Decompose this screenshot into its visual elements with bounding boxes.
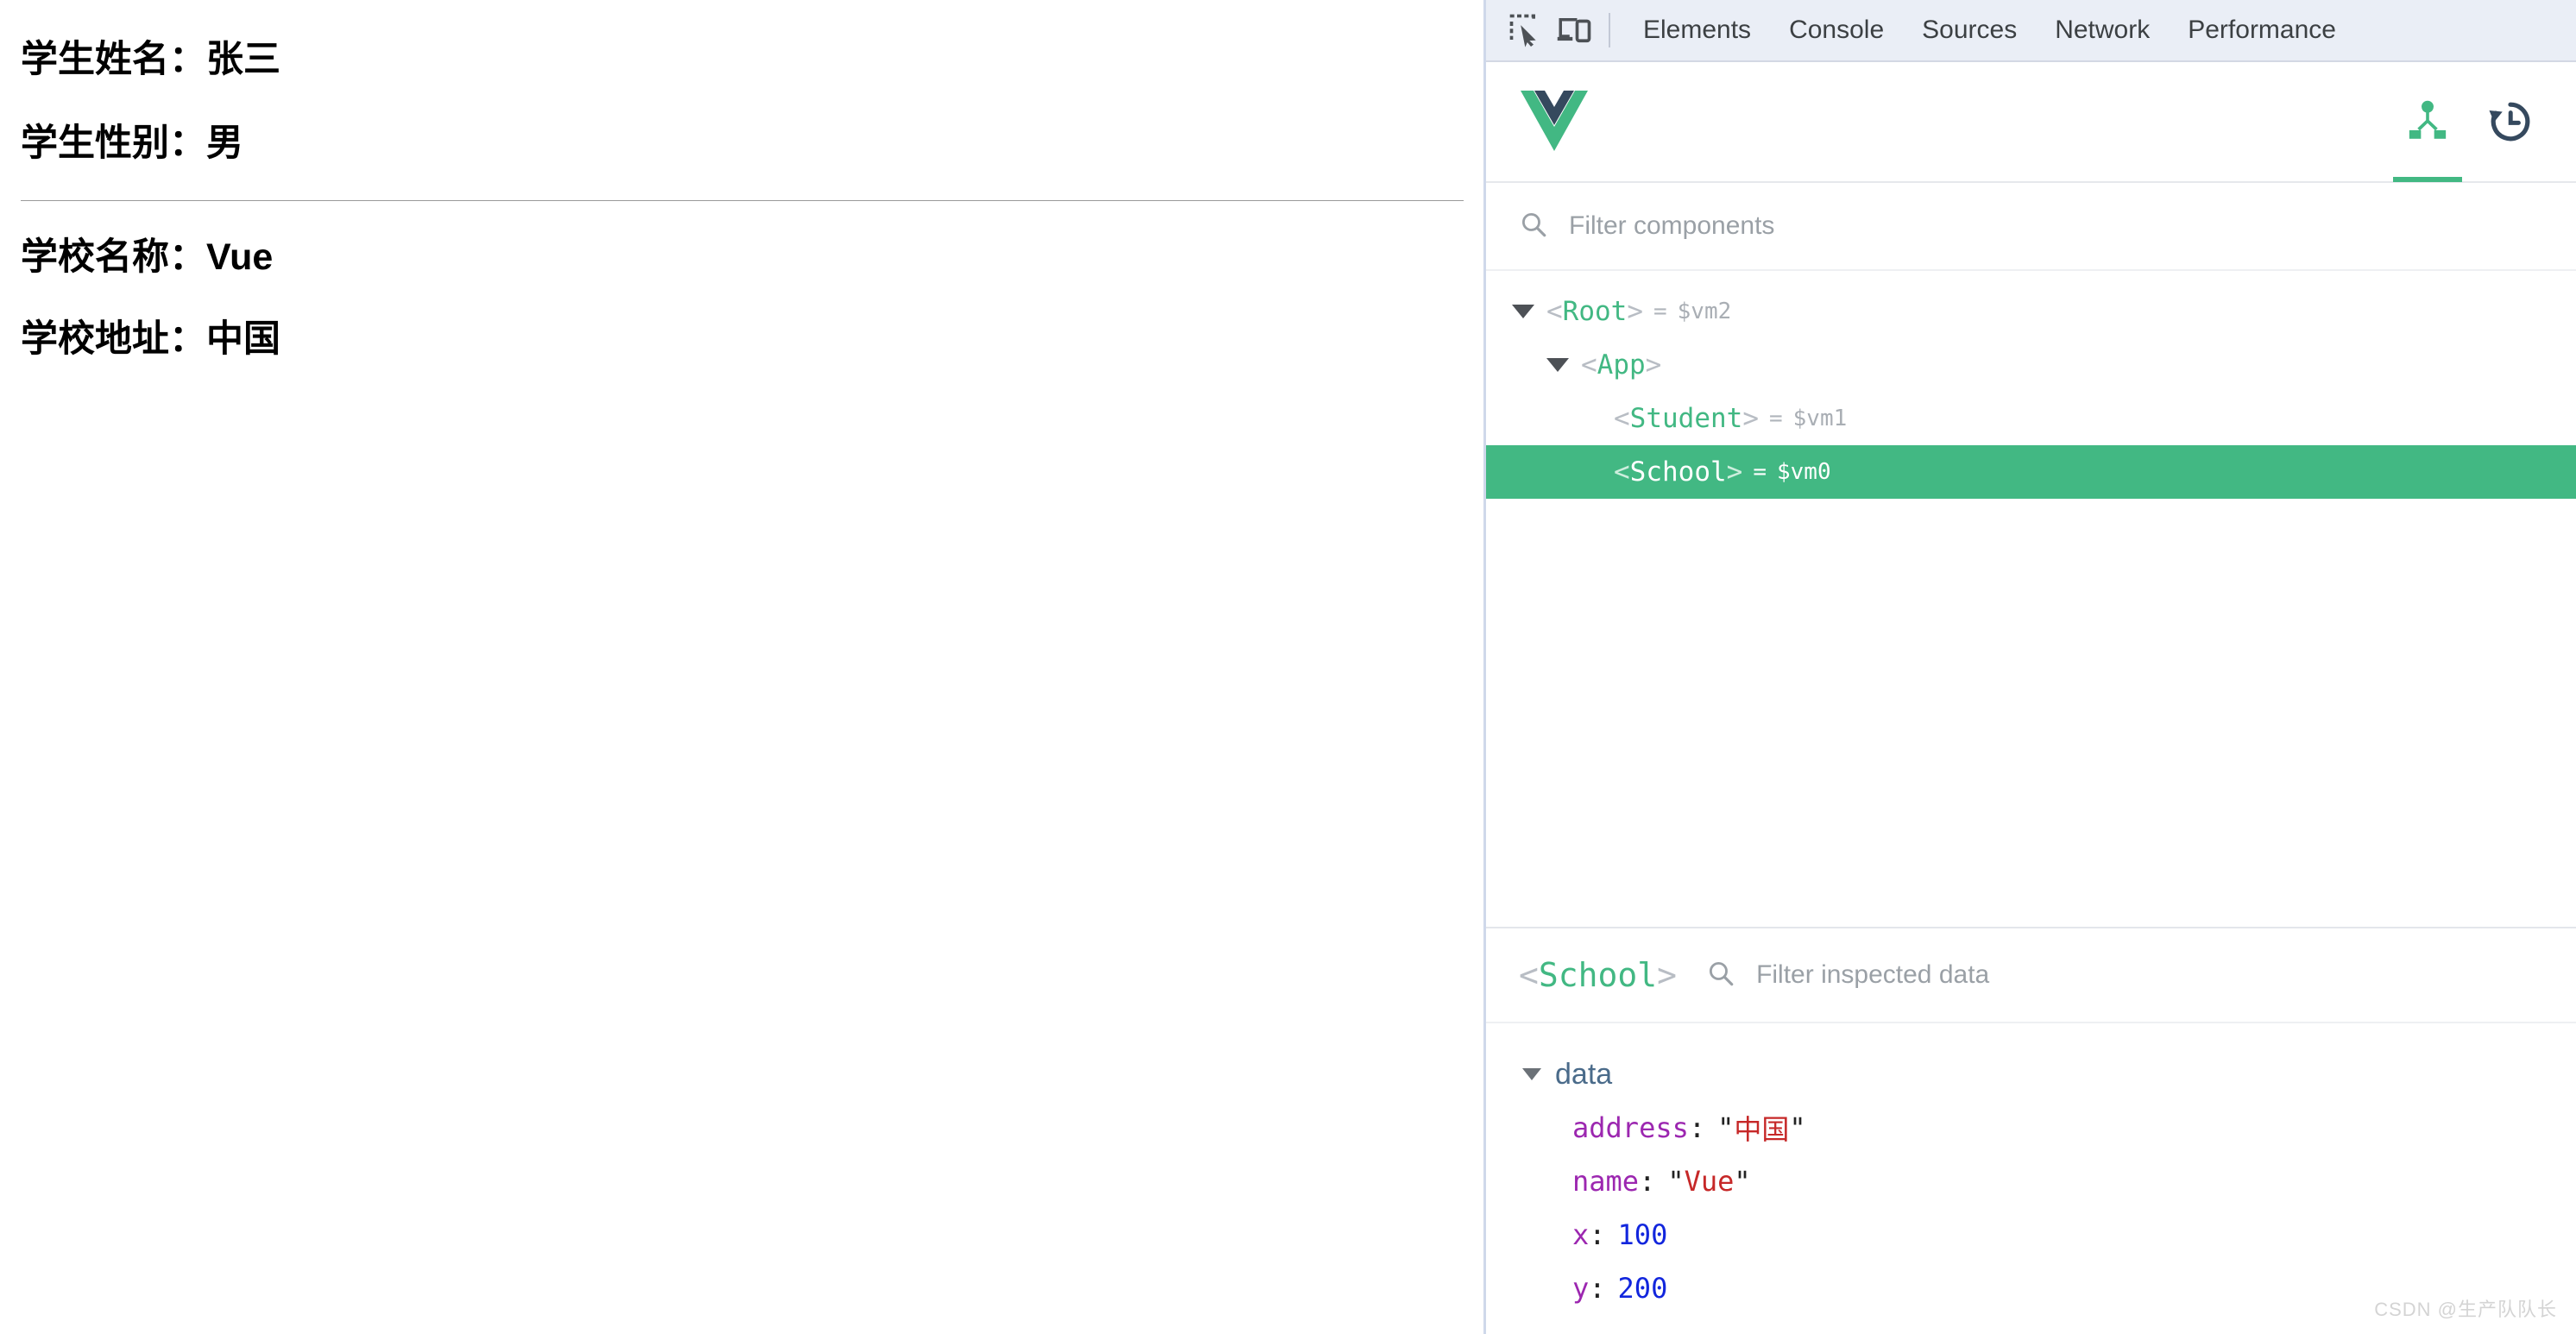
page-content-pane: 学生姓名：张三 学生性别：男 学校名称：Vue 学校地址：中国 <box>0 0 1483 1334</box>
school-component-block: 学校名称：Vue 学校地址：中国 <box>21 201 1463 358</box>
school-name-label: 学校名称： <box>21 236 206 278</box>
vue-devtools-header <box>1486 62 2576 183</box>
prop-key: x <box>1572 1218 1590 1251</box>
data-prop-name[interactable]: name: " Vue " <box>1522 1155 2576 1208</box>
filter-inspected-data-row[interactable]: Filter inspected data <box>1706 959 1989 992</box>
tree-node-vm: $vm1 <box>1792 406 1848 431</box>
tree-node-equals: = <box>1769 406 1783 431</box>
school-address-value: 中国 <box>206 318 280 360</box>
filter-inspected-data-input[interactable]: Filter inspected data <box>1756 962 1989 988</box>
prop-value[interactable]: 200 <box>1618 1272 1668 1305</box>
timeline-history-icon[interactable] <box>2469 61 2552 182</box>
tag-open-bracket: < <box>1614 403 1630 434</box>
toolbar-separator <box>1609 13 1610 47</box>
chevron-down-icon[interactable] <box>1522 1068 1541 1080</box>
tag-open-bracket: < <box>1546 296 1563 327</box>
inspected-data-panel: data address: " 中国 " name: " Vue " x:100 y:200 <box>1486 1023 2576 1334</box>
tab-sources[interactable]: Sources <box>1903 17 2036 43</box>
student-gender-line: 学生性别：男 <box>21 125 1463 162</box>
data-group-header[interactable]: data <box>1522 1048 2576 1101</box>
prop-key: y <box>1572 1272 1590 1305</box>
chevron-down-icon[interactable] <box>1546 358 1569 372</box>
prop-colon: : <box>1639 1165 1656 1198</box>
school-address-line: 学校地址：中国 <box>21 321 1463 358</box>
devtools-panel: Elements Console Sources Network Perform… <box>1483 0 2576 1334</box>
prop-key: address <box>1572 1111 1689 1144</box>
data-prop-address[interactable]: address: " 中国 " <box>1522 1101 2576 1155</box>
inspect-element-icon[interactable] <box>1502 6 1550 54</box>
tab-elements[interactable]: Elements <box>1624 17 1770 43</box>
school-address-label: 学校地址： <box>21 318 206 360</box>
tree-node-label: Root <box>1562 296 1628 327</box>
tag-close-bracket: > <box>1645 349 1662 381</box>
tree-node-root[interactable]: < Root > = $vm2 <box>1486 285 2576 338</box>
student-name-label: 学生姓名： <box>21 39 206 80</box>
prop-quote-close: " <box>1734 1165 1751 1198</box>
student-name-line: 学生姓名：张三 <box>21 41 1463 79</box>
data-prop-x[interactable]: x:100 <box>1522 1208 2576 1262</box>
search-icon <box>1706 959 1735 992</box>
tree-node-school[interactable]: < School > = $vm0 <box>1486 445 2576 499</box>
prop-quote-close: " <box>1789 1111 1806 1144</box>
component-tree-icon[interactable] <box>2386 61 2469 182</box>
prop-colon: : <box>1589 1272 1606 1305</box>
prop-quote-open: " <box>1667 1165 1685 1198</box>
inspected-component-tag: <School> <box>1519 956 1678 994</box>
tree-node-label: Student <box>1629 403 1743 434</box>
tag-open-bracket: < <box>1614 456 1630 488</box>
prop-value[interactable]: 中国 <box>1734 1108 1789 1148</box>
inspected-component-header: <School> Filter inspected data <box>1486 928 2576 1023</box>
tree-node-label: App <box>1597 349 1646 381</box>
prop-value[interactable]: Vue <box>1685 1165 1735 1198</box>
tab-performance[interactable]: Performance <box>2169 17 2355 43</box>
school-name-value: Vue <box>206 236 274 278</box>
tree-node-label: School <box>1629 456 1727 488</box>
data-group-label: data <box>1555 1057 1613 1091</box>
tag-open-bracket: < <box>1581 349 1597 381</box>
student-gender-label: 学生性别： <box>21 123 206 164</box>
tree-node-vm: $vm0 <box>1776 459 1831 485</box>
prop-colon: : <box>1589 1218 1606 1251</box>
tree-node-vm: $vm2 <box>1677 299 1732 324</box>
watermark: CSDN @生产队队长 <box>2374 1299 2557 1320</box>
inspected-component-name: School <box>1538 956 1658 994</box>
tree-node-student[interactable]: < Student > = $vm1 <box>1486 392 2576 445</box>
filter-components-input[interactable]: Filter components <box>1569 213 1774 239</box>
component-tree: < Root > = $vm2 < App > < Student > = $vm1 < Sc… <box>1486 271 2576 928</box>
student-gender-value: 男 <box>206 123 243 164</box>
filter-components-row[interactable]: Filter components <box>1486 183 2576 271</box>
prop-value[interactable]: 100 <box>1618 1218 1668 1251</box>
prop-key: name <box>1572 1165 1640 1198</box>
tag-close-bracket: > <box>1742 403 1759 434</box>
prop-quote-open: " <box>1717 1111 1735 1144</box>
tree-node-equals: = <box>1753 459 1767 485</box>
devtools-tabbar: Elements Console Sources Network Perform… <box>1486 0 2576 62</box>
student-name-value: 张三 <box>206 39 280 80</box>
vue-logo <box>1521 91 1588 153</box>
tree-node-equals: = <box>1653 299 1667 324</box>
tab-console[interactable]: Console <box>1770 17 1903 43</box>
school-name-line: 学校名称：Vue <box>21 239 1463 276</box>
chevron-down-icon[interactable] <box>1512 305 1534 318</box>
tab-network[interactable]: Network <box>2036 17 2169 43</box>
student-component-block: 学生姓名：张三 学生性别：男 <box>21 0 1463 162</box>
prop-colon: : <box>1688 1111 1706 1144</box>
search-icon <box>1519 210 1548 243</box>
screenshot-root: 学生姓名：张三 学生性别：男 学校名称：Vue 学校地址：中国 Elements… <box>0 0 2576 1334</box>
device-toolbar-icon[interactable] <box>1550 6 1598 54</box>
tag-close-bracket: > <box>1627 296 1643 327</box>
tree-node-app[interactable]: < App > <box>1486 338 2576 392</box>
tag-close-bracket: > <box>1726 456 1743 488</box>
